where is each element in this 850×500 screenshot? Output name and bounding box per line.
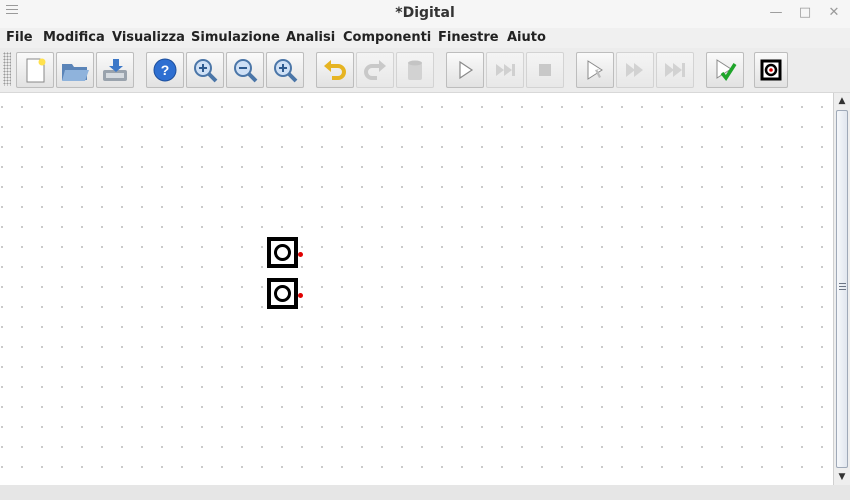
toolbar: ? xyxy=(0,48,850,93)
redo-button[interactable] xyxy=(356,52,394,88)
input-terminal-icon xyxy=(274,285,291,302)
delete-button[interactable] xyxy=(396,52,434,88)
folder-open-icon xyxy=(62,64,89,81)
new-file-button[interactable] xyxy=(16,52,54,88)
zoom-plus-icon xyxy=(274,59,298,83)
title-bar: *Digital — □ ✕ xyxy=(0,0,850,28)
zoom-in-button[interactable] xyxy=(266,52,304,88)
menu-simulazione[interactable]: Simulazione xyxy=(191,30,280,45)
zoom-out-button[interactable] xyxy=(226,52,264,88)
close-icon[interactable]: ✕ xyxy=(826,5,842,21)
run-to-end-button[interactable] xyxy=(656,52,694,88)
menu-bar: File Modifica Visualizza Simulazione Ana… xyxy=(0,28,850,48)
scroll-down-icon[interactable]: ▼ xyxy=(834,470,850,484)
fast-forward-icon xyxy=(626,63,643,77)
output-pin[interactable] xyxy=(298,252,303,257)
scroll-up-icon[interactable]: ▲ xyxy=(834,94,850,108)
input-component-1[interactable] xyxy=(267,237,303,268)
check-icon xyxy=(716,59,737,81)
menu-file[interactable]: File xyxy=(6,30,33,45)
input-terminal-icon xyxy=(274,244,291,261)
input-component-2[interactable] xyxy=(267,278,303,309)
help-icon: ? xyxy=(153,58,177,82)
status-bar xyxy=(0,485,850,500)
zoom-in-icon xyxy=(194,59,218,83)
undo-icon xyxy=(324,60,346,80)
skip-forward-icon xyxy=(665,63,685,77)
zoom-out-icon xyxy=(234,59,258,83)
stop-icon xyxy=(539,64,551,76)
save-file-button[interactable] xyxy=(96,52,134,88)
menu-componenti[interactable]: Componenti xyxy=(343,30,431,45)
cursor-step-icon xyxy=(587,60,603,80)
window-title: *Digital xyxy=(395,5,455,21)
test-case-button[interactable] xyxy=(754,52,788,88)
new-document-icon xyxy=(26,58,46,83)
zoom-fit-button[interactable] xyxy=(186,52,224,88)
menu-aiuto[interactable]: Aiuto xyxy=(507,30,546,45)
analyze-button[interactable] xyxy=(706,52,744,88)
help-button[interactable]: ? xyxy=(146,52,184,88)
scrollbar-thumb[interactable] xyxy=(836,110,848,468)
run-to-break-button[interactable] xyxy=(616,52,654,88)
svg-text:?: ? xyxy=(161,62,170,78)
step-forward-icon xyxy=(496,64,515,76)
micro-step-button[interactable] xyxy=(576,52,614,88)
open-file-button[interactable] xyxy=(56,52,94,88)
redo-icon xyxy=(364,60,386,80)
step-simulation-button[interactable] xyxy=(486,52,524,88)
stop-simulation-button[interactable] xyxy=(526,52,564,88)
undo-button[interactable] xyxy=(316,52,354,88)
minimize-icon[interactable]: — xyxy=(768,5,784,21)
menu-finestre[interactable]: Finestre xyxy=(438,30,499,45)
vertical-scrollbar[interactable]: ▲ ▼ xyxy=(833,93,850,485)
output-pin[interactable] xyxy=(298,293,303,298)
target-icon xyxy=(760,59,782,81)
toolbar-grip[interactable] xyxy=(3,52,11,86)
play-icon xyxy=(459,60,474,80)
menu-modifica[interactable]: Modifica xyxy=(43,30,105,45)
maximize-icon[interactable]: □ xyxy=(797,5,813,21)
circuit-canvas[interactable] xyxy=(0,93,833,485)
trash-icon xyxy=(408,60,422,80)
menu-visualizza[interactable]: Visualizza xyxy=(112,30,185,45)
start-simulation-button[interactable] xyxy=(446,52,484,88)
save-icon xyxy=(103,59,127,81)
menu-analisi[interactable]: Analisi xyxy=(286,30,335,45)
